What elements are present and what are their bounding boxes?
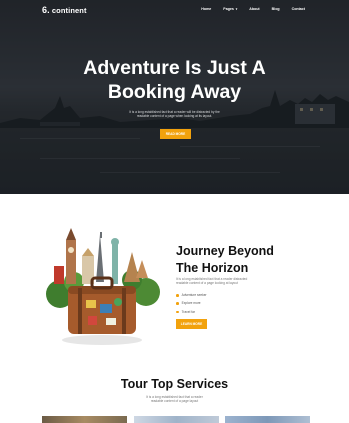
service-card-image[interactable] [134,416,219,423]
list-item: Explore more [176,299,207,307]
chevron-down-icon: ▾ [234,7,238,11]
nav-item-contact[interactable]: Contact [292,7,305,11]
bullet-dot-icon [176,302,179,305]
top-navigation: 6. continent Home Pages ▾ About Blog Con… [0,0,349,20]
nav-item-pages[interactable]: Pages ▾ [223,7,237,11]
list-item: Travel far [176,308,207,316]
nav-item-home[interactable]: Home [201,7,211,11]
bullet-dot-icon [176,310,179,314]
nav-item-blog[interactable]: Blog [272,7,280,11]
service-card-image[interactable] [42,416,127,423]
bullet-dot-icon [176,293,179,297]
read-more-button[interactable]: READ MORE [160,129,191,139]
services-title: Tour Top Services [120,377,229,391]
hero-title: Adventure Is Just A Booking Away [83,57,266,103]
nav-menu: Home Pages ▾ About Blog Contact [201,7,305,11]
list-item: Adventure seeker [176,291,207,299]
learn-more-button[interactable]: LEARN MORE [176,319,207,329]
journey-title: Journey Beyond The Horizon [176,244,274,275]
journey-feature-list: Adventure seeker Explore more Travel far [176,291,207,316]
hero-section: 6. continent Home Pages ▾ About Blog Con… [0,0,349,194]
nav-item-about[interactable]: About [249,7,259,11]
journey-description: It is a long established fact that a rea… [176,277,248,286]
service-card-image[interactable] [225,416,310,423]
hero-subtitle: It is a long established fact that a rea… [129,110,220,119]
travel-suitcase-illustration [46,228,160,345]
services-description: It is a long established fact that a rea… [146,395,203,404]
brand-logo[interactable]: 6. continent [42,5,87,15]
